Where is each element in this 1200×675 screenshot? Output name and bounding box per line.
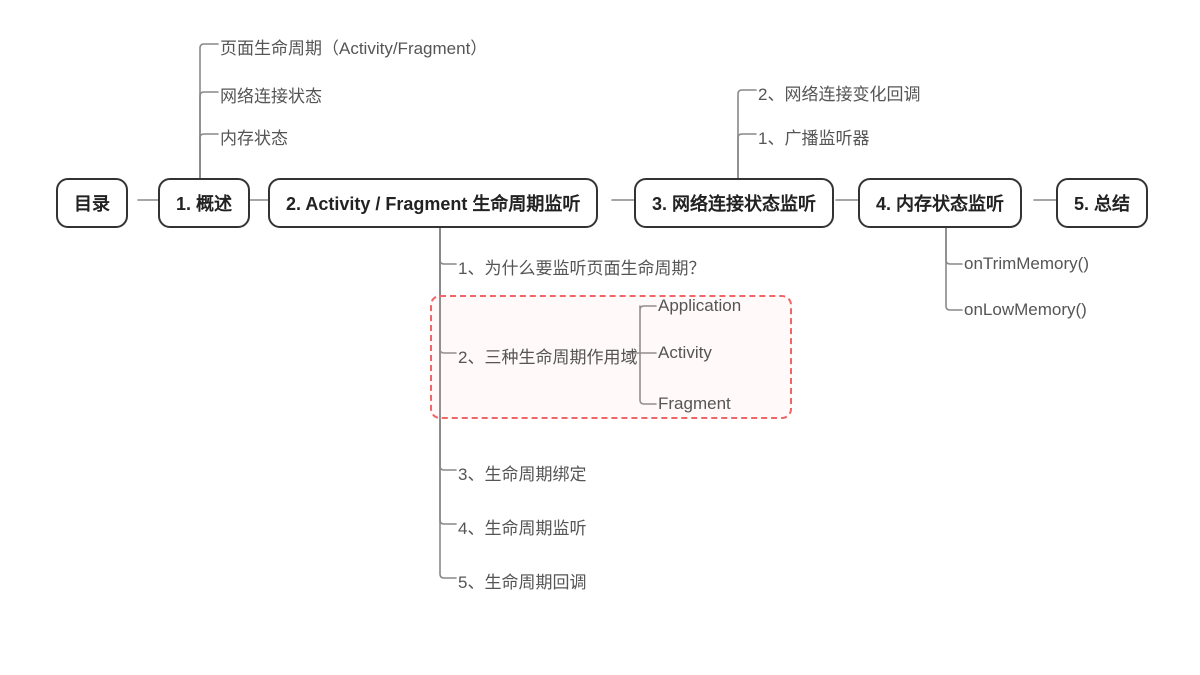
node-1-label: 1. 概述 [176, 194, 232, 214]
n2b-child-b: Activity [658, 343, 712, 363]
n2-child-a: 1、为什么要监听页面生命周期？ [458, 254, 705, 279]
node-4: 4. 内存状态监听 [858, 178, 1022, 228]
node-2-label: 2. Activity / Fragment 生命周期监听 [286, 194, 580, 214]
n3-child-b: 1、广播监听器 [758, 124, 869, 149]
n2-child-d: 4、生命周期监听 [458, 514, 586, 539]
n1-child-c: 内存状态 [220, 124, 288, 149]
n2b-child-c: Fragment [658, 394, 731, 414]
node-2: 2. Activity / Fragment 生命周期监听 [268, 178, 598, 228]
n2-child-b: 2、三种生命周期作用域 [458, 343, 637, 368]
n2-child-c: 3、生命周期绑定 [458, 460, 586, 485]
n1-child-b: 网络连接状态 [220, 82, 322, 107]
node-1: 1. 概述 [158, 178, 250, 228]
n4-child-b: onLowMemory() [964, 300, 1087, 320]
node-5-label: 5. 总结 [1074, 194, 1130, 214]
n2b-child-a: Application [658, 296, 741, 316]
mindmap-canvas: 目录 1. 概述 2. Activity / Fragment 生命周期监听 3… [0, 0, 1200, 675]
n1-child-a: 页面生命周期（Activity/Fragment） [220, 34, 487, 59]
node-3: 3. 网络连接状态监听 [634, 178, 834, 228]
n2-child-e: 5、生命周期回调 [458, 568, 586, 593]
node-5: 5. 总结 [1056, 178, 1148, 228]
node-4-label: 4. 内存状态监听 [876, 194, 1004, 214]
n3-child-a: 2、网络连接变化回调 [758, 80, 920, 105]
n4-child-a: onTrimMemory() [964, 254, 1089, 274]
node-3-label: 3. 网络连接状态监听 [652, 194, 816, 214]
node-root: 目录 [56, 178, 128, 228]
node-root-label: 目录 [74, 194, 110, 214]
